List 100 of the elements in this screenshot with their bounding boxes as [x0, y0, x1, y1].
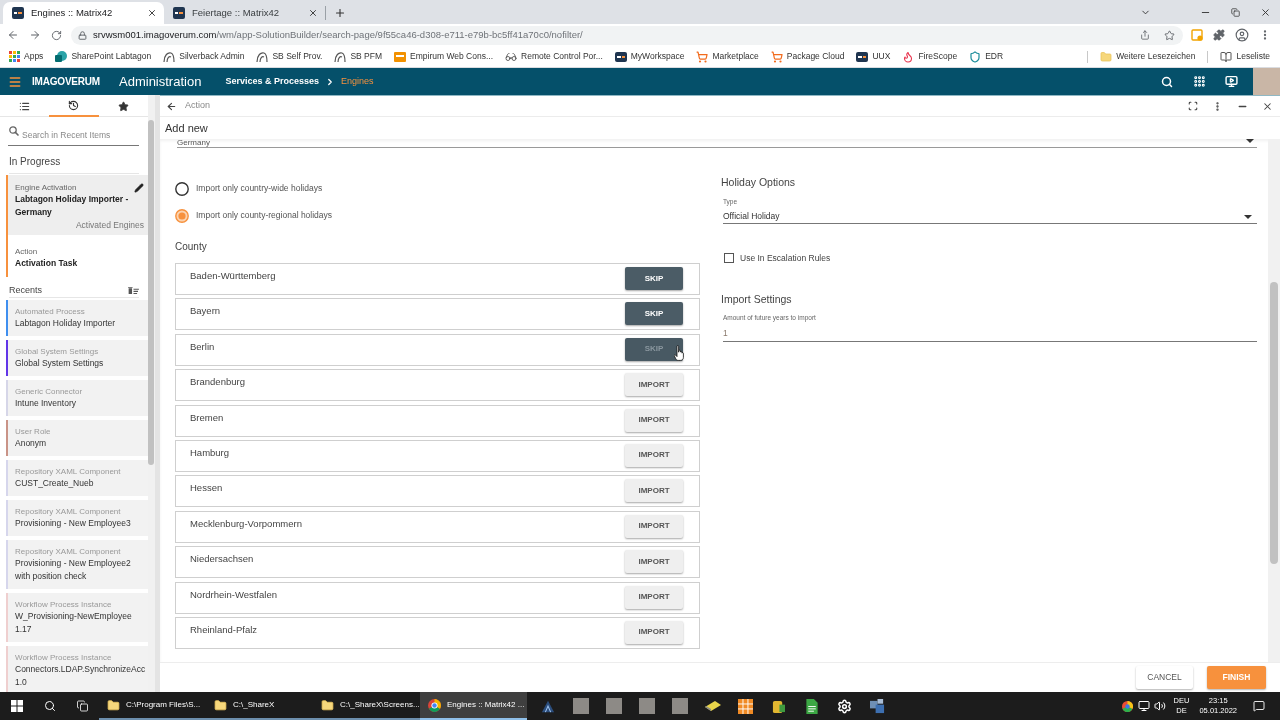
presentation-icon[interactable] [1225, 75, 1238, 88]
recent-item[interactable]: Workflow Process Instance W_Provisioning-NewEmployee 1.17 [6, 593, 148, 642]
extensions-puzzle-icon[interactable] [1213, 29, 1225, 41]
notifications-icon[interactable] [1253, 700, 1265, 712]
grid-tile-icon[interactable] [738, 698, 753, 714]
close-panel-icon[interactable] [1262, 100, 1273, 112]
app-tile-icon[interactable] [540, 699, 555, 713]
breadcrumb-link[interactable]: Engines [340, 74, 374, 89]
bookmark[interactable]: Empirum Web Cons... [394, 50, 493, 63]
back-icon[interactable] [166, 100, 177, 112]
close-tab-icon[interactable] [147, 8, 157, 18]
radio-option[interactable]: Import only country-wide holidays [175, 175, 323, 202]
share-icon[interactable] [1140, 30, 1150, 40]
county-action-button[interactable]: IMPORT [625, 550, 683, 574]
edit-icon[interactable] [134, 183, 144, 193]
reload-icon[interactable] [51, 29, 62, 41]
county-action-button[interactable]: IMPORT [625, 620, 683, 644]
recent-item[interactable]: Generic Connector Intune Inventory [6, 380, 148, 416]
bookmark[interactable]: Silverback Admin [163, 50, 245, 63]
menu-icon[interactable] [8, 74, 22, 89]
task-view-icon[interactable] [76, 700, 89, 712]
new-tab-icon[interactable] [334, 7, 346, 19]
item-title: W_Provisioning-NewEmployee 1.17 [15, 610, 133, 636]
address-bar[interactable]: srvwsm001.imagoverum.com/wm/app-SolutionBuilder/search-page/9f55ca46-d308-e711-e79b-bc5ff41a70c0/nofilter/ [71, 25, 1183, 45]
recent-item[interactable]: Repository XAML Component CUST_Create_Nueb [6, 460, 148, 496]
scrollbar[interactable] [148, 95, 155, 692]
county-action-button[interactable]: SKIP [625, 302, 683, 326]
photo-placeholder[interactable] [605, 698, 622, 714]
logo-text: IMAGOVERUM [32, 75, 100, 89]
county-action-button[interactable]: IMPORT [625, 408, 683, 432]
radio-icon[interactable] [175, 181, 189, 196]
photo-placeholder[interactable] [671, 698, 688, 714]
cancel-button[interactable]: CANCEL [1136, 666, 1193, 689]
county-action-button[interactable]: IMPORT [625, 373, 683, 397]
search-field[interactable]: Search in Recent Items [8, 125, 139, 146]
forward-icon[interactable] [29, 29, 41, 41]
county-action-button[interactable]: IMPORT [625, 443, 683, 467]
recent-item[interactable]: Automated Process Labtagon Holiday Importer [6, 300, 148, 336]
logo-icon [614, 50, 627, 63]
recent-item[interactable]: Workflow Process Instance Connectors.LDAP.SynchronizeAcc 1.0 [6, 646, 148, 692]
county-action-button[interactable]: IMPORT [625, 585, 683, 609]
close-tab-icon[interactable] [308, 8, 318, 18]
taskbar-window-button[interactable]: C:\Program Files\S... [99, 692, 206, 720]
bookmark-star-icon[interactable] [1164, 29, 1175, 41]
bookmark[interactable]: FireScope [902, 50, 958, 63]
radio-icon[interactable] [175, 208, 189, 223]
close-window-icon[interactable] [1259, 6, 1271, 18]
network-icon[interactable] [1137, 700, 1150, 712]
bookmark[interactable]: EDR [969, 50, 1004, 63]
search-icon[interactable] [43, 700, 56, 712]
profile-icon[interactable] [1235, 28, 1249, 42]
bookmark[interactable]: Remote Control Por... [505, 50, 603, 63]
recent-item[interactable]: User Role Anonym [6, 420, 148, 456]
breadcrumb-link[interactable]: Services & Processes [225, 74, 319, 89]
recent-item[interactable]: Repository XAML Component Provisioning - New Employee3 [6, 500, 148, 536]
bookmark[interactable]: Apps [9, 50, 44, 63]
radio-option[interactable]: Import only county-regional holidays [175, 202, 333, 229]
barrel-icon[interactable] [772, 698, 785, 714]
search-icon[interactable] [1161, 75, 1173, 88]
clear-list-icon[interactable] [128, 285, 139, 295]
photo-placeholder[interactable] [572, 698, 589, 714]
taskbar-window-button[interactable]: C:\_ShareX [206, 692, 313, 720]
eraser-icon[interactable] [704, 701, 721, 711]
restore-icon[interactable] [1230, 7, 1240, 17]
escalation-checkbox[interactable]: Use In Escalation Rules [724, 252, 831, 264]
item-title: Provisioning - New Employee2 with position check [15, 557, 132, 583]
scrollbar-thumb[interactable] [1270, 282, 1278, 564]
years-input[interactable]: 1 [723, 326, 1257, 342]
county-action-button[interactable]: IMPORT [625, 514, 683, 538]
document-icon[interactable] [805, 698, 818, 714]
scrollbar[interactable] [1268, 139, 1280, 662]
start-logo-icon[interactable] [10, 700, 23, 712]
browser-tab[interactable]: Feiertage :: Matrix42 [164, 2, 325, 24]
bookmark[interactable]: Marketplace [696, 50, 759, 63]
bookmark[interactable]: SB Self Prov. [256, 50, 323, 63]
gear-icon[interactable] [837, 698, 852, 714]
bookmark[interactable]: MyWorkspace [614, 50, 685, 63]
bookmark[interactable]: Leseliste [1220, 50, 1270, 63]
recent-item[interactable]: Repository XAML Component Provisioning - New Employee2 with position check [6, 540, 148, 589]
bookmark[interactable]: SharePoint Labtagon [55, 50, 152, 63]
scrollbar-thumb[interactable] [148, 120, 154, 465]
bookmark[interactable]: UUX [856, 50, 891, 63]
type-select[interactable]: Official Holiday [723, 210, 1257, 224]
bookmark[interactable]: Package Cloud [770, 50, 845, 63]
checkbox-icon[interactable] [724, 253, 734, 263]
browser-tab[interactable]: Engines :: Matrix42 [3, 2, 164, 24]
colour-wheel-icon[interactable] [1121, 700, 1133, 712]
recent-item[interactable]: Global System Settings Global System Settings [6, 340, 148, 376]
fullscreen-icon[interactable] [1188, 101, 1198, 111]
county-action-button[interactable]: SKIP [625, 267, 683, 290]
bookmark[interactable]: SB PFM [334, 50, 383, 63]
recent-item[interactable]: Engine Activation Labtagon Holiday Importer - Germany Activated Engines [6, 175, 148, 235]
photo-placeholder[interactable] [638, 698, 655, 714]
taskbar-window-button[interactable]: Engines :: Matrix42 ... [420, 692, 527, 720]
speaker-icon[interactable] [1153, 700, 1166, 712]
boxes-icon[interactable] [870, 698, 885, 714]
bookmark[interactable]: Weitere Lesezeichen [1100, 50, 1196, 63]
county-action-button[interactable]: IMPORT [625, 479, 683, 503]
country-select[interactable]: Germany [177, 139, 1257, 148]
apps-grid-icon[interactable] [1193, 75, 1206, 88]
